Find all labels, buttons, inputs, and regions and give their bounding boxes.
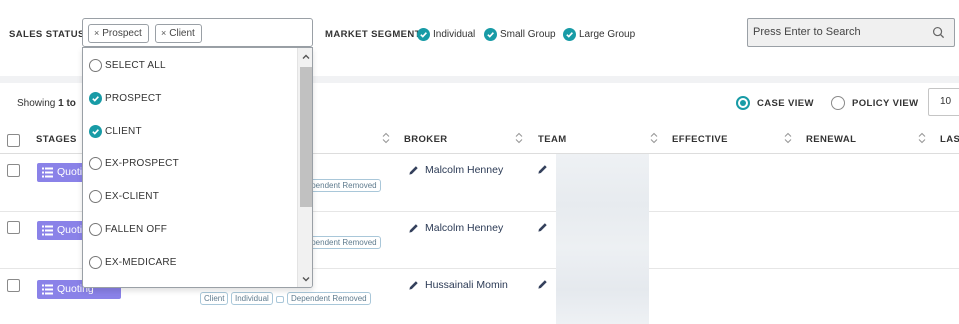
- option-label: SELECT ALL: [105, 59, 166, 71]
- pencil-icon[interactable]: [537, 222, 548, 233]
- chip-prospect[interactable]: × Prospect: [88, 24, 149, 43]
- segment-individual[interactable]: Individual: [417, 27, 475, 42]
- segment-label: Individual: [433, 29, 476, 40]
- check-circle-icon: [563, 28, 576, 41]
- check-circle-icon: [417, 28, 430, 41]
- option-label: EX-PROSPECT: [105, 157, 179, 169]
- option-ex-client[interactable]: EX-CLIENT: [83, 186, 297, 206]
- check-circle-icon: [89, 91, 102, 105]
- broker-name: Malcolm Henney: [425, 222, 504, 234]
- chip-client[interactable]: × Client: [155, 24, 202, 43]
- tag-client: Client: [200, 292, 229, 305]
- option-ex-prospect[interactable]: EX-PROSPECT: [83, 153, 297, 173]
- row-checkbox[interactable]: [7, 164, 20, 177]
- sort-icon[interactable]: [382, 132, 390, 144]
- showing-range: 1 to: [58, 98, 76, 109]
- radio-icon: [89, 255, 102, 269]
- sales-status-dropdown: SELECT ALL PROSPECT CLIENT EX-PROSPECT E…: [82, 47, 313, 288]
- header-stages[interactable]: STAGES: [36, 134, 77, 145]
- scroll-down-icon[interactable]: [302, 275, 310, 283]
- scroll-thumb[interactable]: [300, 67, 312, 207]
- tag-dependent-removed: Dependent Removed: [287, 292, 371, 305]
- header-effective[interactable]: EFFECTIVE: [672, 134, 728, 145]
- header-broker[interactable]: BROKER: [404, 134, 448, 145]
- sales-status-select[interactable]: × Prospect × Client: [82, 18, 313, 47]
- option-fallen-off[interactable]: FALLEN OFF: [83, 219, 297, 239]
- policy-view-radio[interactable]: POLICY VIEW: [831, 96, 919, 110]
- option-label: PROSPECT: [105, 92, 162, 104]
- sort-icon[interactable]: [515, 132, 523, 144]
- list-icon: [42, 284, 53, 295]
- radio-icon: [89, 156, 102, 170]
- case-view-radio[interactable]: CASE VIEW: [736, 96, 814, 110]
- sales-status-label: SALES STATUS: [9, 29, 85, 40]
- sort-icon[interactable]: [784, 132, 792, 144]
- broker-name: Malcolm Henney: [425, 164, 504, 176]
- chip-remove-icon[interactable]: ×: [94, 28, 99, 38]
- radio-icon: [89, 58, 102, 72]
- check-circle-icon: [484, 28, 497, 41]
- segment-label: Small Group: [500, 29, 556, 40]
- option-ex-medicare[interactable]: EX-MEDICARE: [83, 252, 297, 272]
- radio-icon: [89, 189, 102, 203]
- row-checkbox[interactable]: [7, 279, 20, 292]
- radio-icon: [831, 96, 845, 110]
- page-size-value: 10: [940, 96, 952, 107]
- header-renewal[interactable]: RENEWAL: [806, 134, 856, 145]
- option-select-all[interactable]: SELECT ALL: [83, 55, 297, 75]
- team-blurred-content: [556, 154, 649, 324]
- option-label: CLIENT: [105, 125, 142, 137]
- showing-count: Showing 1 to: [17, 98, 76, 109]
- case-view-label: CASE VIEW: [757, 97, 814, 109]
- segment-large-group[interactable]: Large Group: [563, 27, 635, 42]
- select-all-checkbox[interactable]: [7, 134, 20, 147]
- segment-small-group[interactable]: Small Group: [484, 27, 556, 42]
- option-prospect[interactable]: PROSPECT: [83, 88, 297, 108]
- radio-selected-icon: [736, 96, 750, 110]
- search-input[interactable]: Press Enter to Search: [747, 18, 955, 47]
- broker-cell[interactable]: Malcolm Henney: [408, 222, 503, 234]
- radio-icon: [89, 222, 102, 236]
- sort-icon[interactable]: [918, 132, 926, 144]
- check-circle-icon: [89, 124, 102, 138]
- chip-label: Prospect: [102, 28, 142, 39]
- pencil-icon[interactable]: [537, 164, 548, 175]
- broker-cell[interactable]: Hussainali Momin: [408, 279, 508, 291]
- pencil-icon[interactable]: [408, 165, 419, 176]
- page-size-select[interactable]: 10: [928, 88, 959, 116]
- list-icon: [42, 225, 53, 236]
- pencil-icon[interactable]: [408, 280, 419, 291]
- header-team[interactable]: TEAM: [538, 134, 567, 145]
- search-placeholder: Press Enter to Search: [753, 26, 861, 38]
- market-segment-label: MARKET SEGMENT: [325, 29, 421, 40]
- scroll-up-icon[interactable]: [302, 53, 310, 61]
- pencil-icon[interactable]: [537, 279, 548, 290]
- tag-individual: Individual: [231, 292, 273, 305]
- header-last[interactable]: LAST: [940, 134, 959, 145]
- option-client[interactable]: CLIENT: [83, 121, 297, 141]
- pencil-icon[interactable]: [408, 223, 419, 234]
- broker-cell[interactable]: Malcolm Henney: [408, 164, 503, 176]
- chip-label: Client: [169, 28, 195, 39]
- row-checkbox[interactable]: [7, 221, 20, 234]
- search-icon[interactable]: [932, 26, 945, 39]
- tag-empty: [276, 296, 284, 303]
- sort-icon[interactable]: [650, 132, 658, 144]
- dropdown-scrollbar[interactable]: [297, 48, 312, 287]
- segment-label: Large Group: [579, 29, 636, 40]
- option-label: FALLEN OFF: [105, 223, 168, 235]
- list-icon: [42, 167, 53, 178]
- option-label: EX-MEDICARE: [105, 256, 177, 268]
- policy-view-label: POLICY VIEW: [852, 97, 919, 109]
- option-label: EX-CLIENT: [105, 190, 160, 202]
- chip-remove-icon[interactable]: ×: [161, 28, 166, 38]
- broker-name: Hussainali Momin: [425, 279, 508, 291]
- showing-prefix: Showing: [17, 98, 59, 109]
